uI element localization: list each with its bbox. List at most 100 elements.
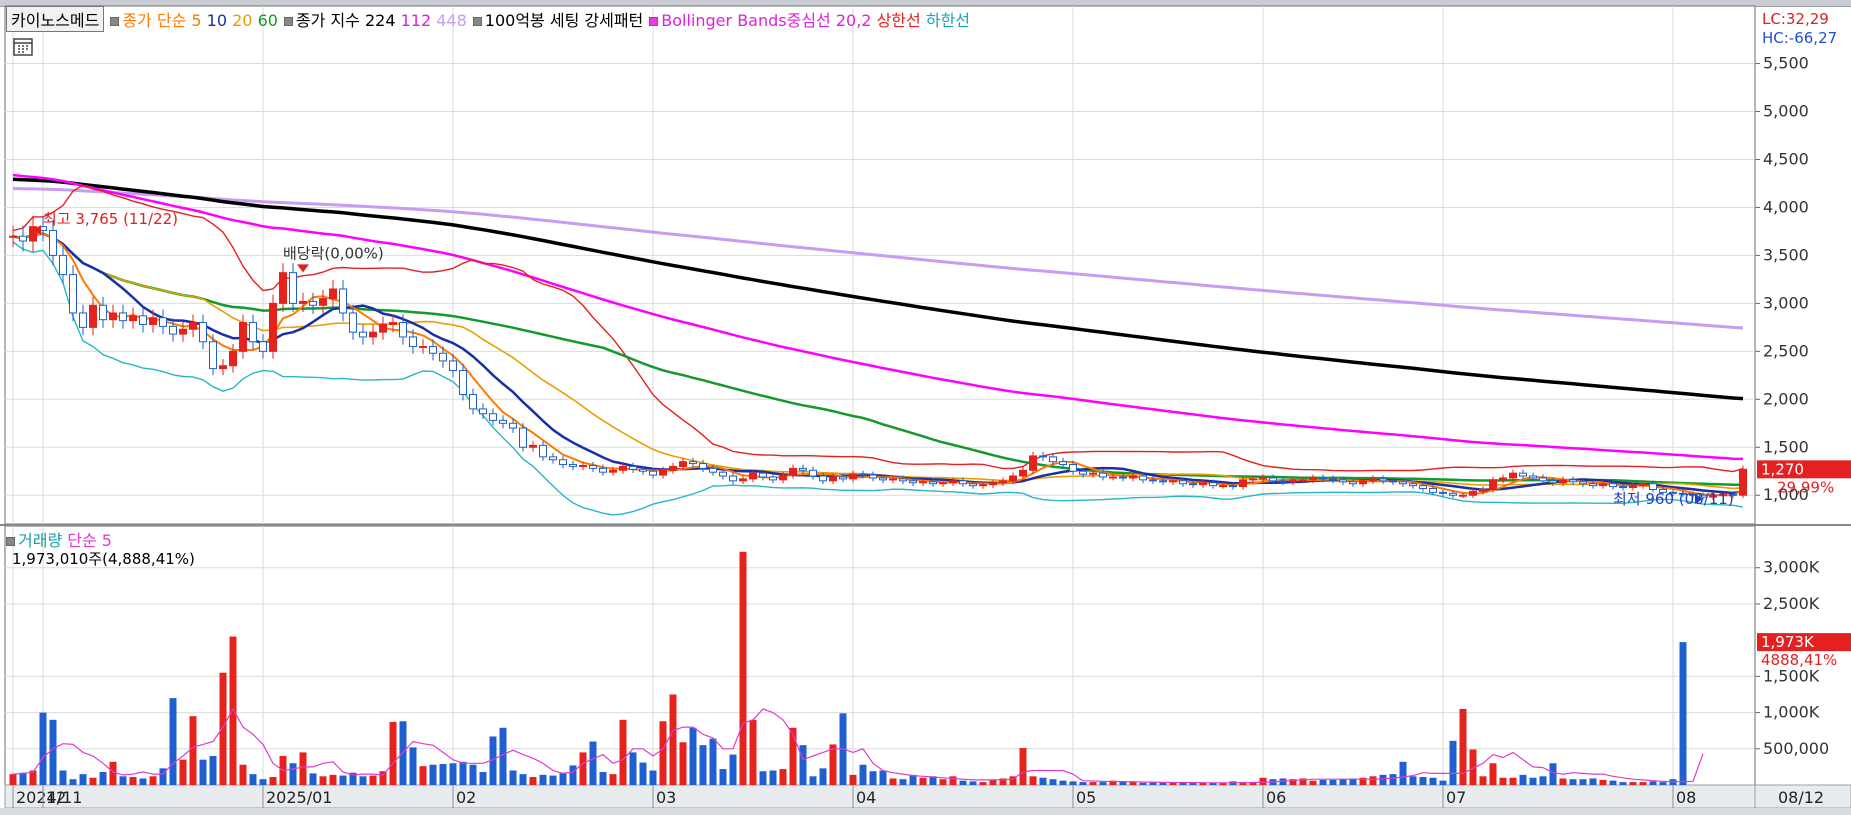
ema112-label: 112	[400, 11, 432, 30]
volume-bar	[1649, 781, 1657, 785]
candle	[769, 476, 777, 481]
candle	[1309, 477, 1317, 481]
candle	[359, 331, 367, 338]
volume-bar	[779, 769, 787, 785]
candle	[969, 483, 977, 487]
candle	[589, 464, 597, 469]
candle	[1149, 479, 1157, 482]
high-price-annotation: 최고 3,765 (11/22)	[43, 210, 178, 228]
volume-bar	[419, 766, 427, 785]
candle	[1539, 477, 1547, 482]
volume-bar	[1029, 776, 1037, 785]
candle	[1379, 478, 1387, 482]
volume-bar	[919, 777, 927, 785]
candle	[539, 444, 547, 458]
candle	[169, 325, 177, 335]
volume-bar	[519, 774, 527, 785]
volume-bar	[609, 774, 617, 785]
candle	[1579, 481, 1587, 485]
candle	[99, 304, 107, 321]
volume-bar	[709, 738, 717, 785]
stock-chart: 2024/1112 2025/01 02 03 04 05 06 07 08 08/125,500…	[0, 5, 1851, 815]
legend-marker-icon	[649, 17, 659, 26]
candle	[699, 463, 707, 469]
candle	[1389, 480, 1397, 483]
candle	[1329, 478, 1337, 481]
volume-bar	[1309, 780, 1317, 785]
volume-bar	[149, 776, 157, 785]
candle	[729, 475, 737, 482]
candle	[499, 419, 507, 424]
candle	[1569, 479, 1577, 483]
candle	[919, 481, 927, 484]
candle	[409, 336, 417, 348]
calendar-icon[interactable]	[13, 38, 33, 56]
candle	[1369, 478, 1377, 482]
volume-bar	[1589, 778, 1597, 785]
stock-name-tag[interactable]: 카이노스메드	[6, 6, 105, 32]
volume-bar	[1489, 763, 1497, 785]
candle	[509, 422, 517, 429]
candle	[1649, 483, 1657, 490]
volume-bar	[299, 752, 307, 785]
candle	[149, 317, 157, 325]
y-tick-label: 3,000	[1763, 293, 1809, 312]
candle	[909, 480, 917, 484]
volume-bar	[739, 551, 747, 785]
candle	[269, 302, 277, 352]
candle	[1289, 479, 1297, 483]
candle	[669, 465, 677, 471]
volume-bar	[759, 771, 767, 785]
candle	[459, 370, 467, 396]
candle	[1609, 483, 1617, 488]
volume-bar	[989, 779, 997, 785]
candle	[179, 328, 187, 335]
candle	[399, 322, 407, 338]
pattern-legend-item[interactable]: 100억봉 세팅 강세패턴	[472, 7, 643, 31]
last-price-change: 29,99%	[1777, 478, 1834, 496]
bollinger-legend-item[interactable]: Bollinger Bands중심선 20,2 상한선 하한선	[649, 7, 970, 31]
candle	[979, 484, 987, 487]
sma-legend-item[interactable]: 종가 단순 5 10 20 60	[110, 7, 278, 31]
volume-bar	[1019, 748, 1027, 785]
volume-bar	[1259, 777, 1267, 785]
volume-bar	[69, 779, 77, 785]
volume-bar	[39, 712, 47, 785]
legend-marker-icon	[283, 17, 293, 26]
ema448-label: 448	[436, 11, 467, 30]
candle	[999, 480, 1007, 484]
candle	[959, 480, 967, 485]
volume-bar	[179, 759, 187, 785]
volume-bar	[1319, 779, 1327, 785]
volume-bar	[19, 772, 27, 785]
bb-lower-label: 하한선	[925, 11, 971, 30]
candle	[889, 478, 897, 481]
candle	[429, 346, 437, 354]
volume-bar	[669, 694, 677, 785]
candle	[1019, 469, 1027, 477]
volume-bar	[959, 780, 967, 785]
candle	[1599, 483, 1607, 487]
volume-bar	[579, 752, 587, 785]
volume-bar	[969, 781, 977, 785]
volume-bar	[1679, 642, 1687, 785]
candle	[1509, 472, 1517, 479]
candle	[1529, 475, 1537, 479]
candle	[679, 461, 687, 467]
candle	[139, 315, 147, 325]
volume-bar	[369, 775, 377, 785]
candle	[1739, 468, 1747, 496]
x-tick-label: 08/12	[1778, 788, 1824, 807]
volume-bar	[429, 764, 437, 785]
candle	[19, 235, 27, 242]
ema-legend-item[interactable]: 종가 지수 224 112 448	[283, 7, 467, 31]
x-tick-label: 2025/01	[266, 788, 332, 807]
volume-bar	[659, 721, 667, 785]
y-tick-label: 4,000	[1763, 197, 1809, 216]
candle	[709, 467, 717, 473]
candle	[809, 469, 817, 477]
candle	[449, 360, 457, 372]
volume-bar	[59, 770, 67, 785]
volume-bar	[1569, 779, 1577, 785]
volume-bar	[339, 775, 347, 785]
